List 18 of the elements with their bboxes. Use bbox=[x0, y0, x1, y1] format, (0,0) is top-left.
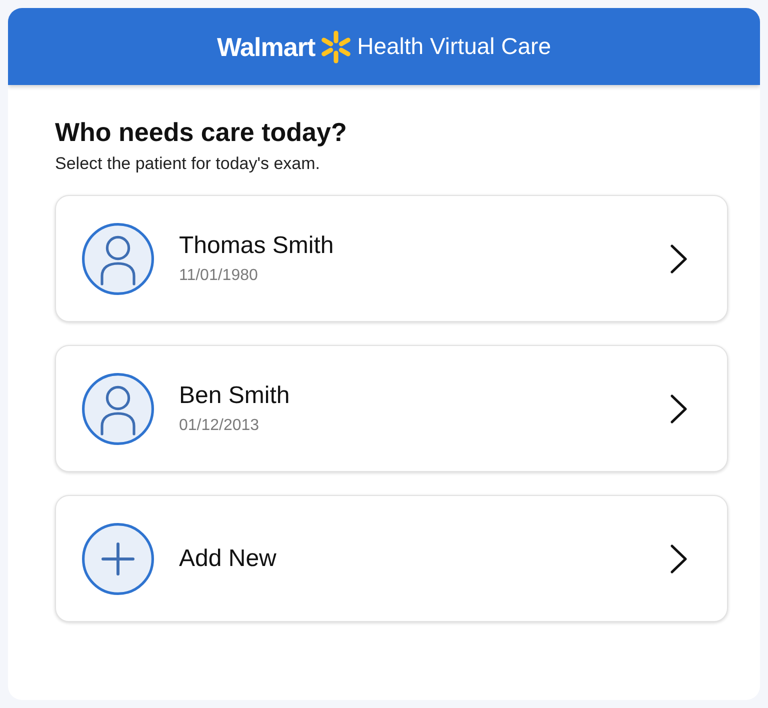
birth-date: 11/01/1980 bbox=[179, 266, 258, 286]
chevron-right-icon bbox=[670, 394, 688, 424]
patient-card[interactable]: Ben Smith 01/12/2013 bbox=[55, 345, 728, 472]
add-new-button[interactable]: Add New bbox=[55, 495, 728, 622]
patient-name: Thomas Smith bbox=[179, 231, 334, 261]
page-heading: Who needs care today? bbox=[55, 116, 348, 148]
plus-icon bbox=[82, 522, 154, 594]
chevron-right-icon bbox=[670, 544, 688, 574]
patient-name: Ben Smith bbox=[179, 381, 290, 411]
brand-name: Walmart bbox=[216, 34, 316, 60]
spark-icon bbox=[319, 30, 354, 64]
person-avatar-icon bbox=[82, 222, 154, 294]
page-subheading: Select the patient for today's exam. bbox=[55, 153, 322, 175]
birth-date: 01/12/2013 bbox=[179, 416, 260, 436]
patient-card[interactable]: Thomas Smith 11/01/1980 bbox=[55, 195, 728, 322]
chevron-right-icon bbox=[670, 244, 688, 274]
app-title: Health Virtual Care bbox=[357, 35, 552, 58]
person-avatar-icon bbox=[82, 372, 154, 444]
